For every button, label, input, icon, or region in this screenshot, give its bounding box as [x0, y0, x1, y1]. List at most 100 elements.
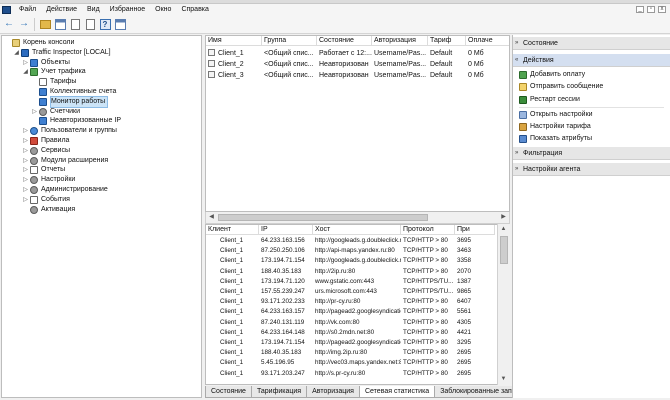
- tab[interactable]: Сетевая статистика: [358, 386, 436, 398]
- session-name: Client_1: [218, 50, 244, 57]
- tree-node[interactable]: ▷ Отчеты: [22, 165, 65, 175]
- column-header[interactable]: При: [455, 225, 495, 235]
- tree-node[interactable]: Тарифы: [31, 77, 76, 87]
- menu-favorites[interactable]: Избранное: [105, 4, 150, 15]
- tree-node[interactable]: Монитор работы: [31, 95, 109, 108]
- menu-file[interactable]: Файл: [14, 4, 41, 15]
- tree-node[interactable]: ▷ Правила: [22, 136, 69, 146]
- menu-window[interactable]: Окно: [150, 4, 176, 15]
- back-icon[interactable]: ←: [3, 18, 15, 30]
- action-add-payment[interactable]: Добавить оплату: [519, 69, 585, 80]
- collapse-arrow-icon[interactable]: ◢: [13, 48, 20, 58]
- tree-node[interactable]: ▷ Модули расширения: [22, 156, 108, 166]
- column-header[interactable]: Хост: [313, 225, 401, 235]
- request-cell: http://vec03.maps.yandex.net:80: [315, 359, 401, 367]
- request-cell: 5561: [457, 308, 472, 316]
- requests-list: Клиент IP Хост Протокол При Client_1 64.233.16…: [205, 224, 510, 385]
- scroll-right-icon[interactable]: ▶: [499, 213, 508, 222]
- section-filtering[interactable]: » Фильтрация: [513, 147, 670, 160]
- expand-arrow-icon[interactable]: ▷: [22, 185, 29, 195]
- column-header[interactable]: Имя: [206, 36, 262, 46]
- expand-arrow-icon[interactable]: ▷: [22, 126, 29, 136]
- request-cell: TCP/HTTP > 80: [403, 339, 448, 346]
- request-cell: Client_1: [220, 247, 244, 255]
- column-header[interactable]: Авторизация: [372, 36, 428, 46]
- expand-arrow-icon[interactable]: ▷: [31, 107, 38, 117]
- column-header[interactable]: Состояние: [317, 36, 372, 46]
- menu-view[interactable]: Вид: [82, 4, 105, 15]
- tree-node[interactable]: ▷ Объекты: [22, 58, 70, 68]
- column-header[interactable]: IP: [259, 225, 313, 235]
- expand-arrow-icon[interactable]: ▷: [22, 195, 29, 205]
- close-button[interactable]: x: [658, 6, 666, 13]
- expand-arrow-icon[interactable]: ▷: [22, 58, 29, 68]
- tariff-icon: [519, 122, 527, 131]
- restore-button[interactable]: ▫: [647, 6, 655, 13]
- action-send-message[interactable]: Отправить сообщение: [519, 81, 603, 92]
- tree-node[interactable]: ▷ Настройки: [22, 175, 75, 185]
- action-show-attributes[interactable]: Показать атрибуты: [519, 133, 592, 144]
- action-open-settings[interactable]: Открыть настройки: [519, 109, 593, 120]
- session-name-cell[interactable]: Client_2: [206, 60, 262, 70]
- tree-node-label: Сервисы: [41, 146, 71, 154]
- tree-node[interactable]: Корень консоли: [4, 38, 74, 48]
- export-list-icon[interactable]: [69, 18, 81, 30]
- scroll-thumb[interactable]: [218, 214, 428, 221]
- tree-node[interactable]: ◢ Traffic Inspector [LOCAL]: [13, 48, 111, 58]
- tree-node[interactable]: ▷ Сервисы: [22, 146, 70, 156]
- section-state[interactable]: » Состояние: [513, 37, 670, 50]
- request-cell: TCP/HTTP > 80: [403, 267, 448, 275]
- traffic-icon: [30, 68, 38, 77]
- expand-arrow-icon[interactable]: ▷: [22, 175, 29, 185]
- tab[interactable]: Тарификация: [250, 386, 308, 398]
- section-actions[interactable]: « Действия: [513, 54, 670, 67]
- column-header[interactable]: Тариф: [428, 36, 466, 46]
- request-cell: http://googleads.g.doubleclick.net:80: [315, 237, 401, 244]
- show-hide-tree-icon[interactable]: [54, 18, 66, 30]
- console-tree: Корень консоли ◢ Traffic Inspector [LOCAL]…: [1, 35, 202, 398]
- column-header[interactable]: Клиент: [206, 225, 259, 235]
- tree-node[interactable]: ▷ Пользователи и группы: [22, 126, 117, 136]
- section-agent-settings[interactable]: » Настройки агента: [513, 163, 670, 176]
- column-header[interactable]: Протокол: [401, 225, 455, 235]
- column-header[interactable]: Оплаче: [466, 36, 509, 46]
- request-cell: Client_1: [220, 339, 244, 346]
- tree-node[interactable]: Активация: [22, 205, 75, 215]
- up-folder-icon[interactable]: [39, 18, 51, 30]
- expand-arrow-icon[interactable]: ▷: [22, 156, 29, 166]
- minimize-button[interactable]: _: [636, 6, 644, 13]
- scroll-up-icon[interactable]: ▲: [499, 225, 508, 234]
- vertical-scrollbar[interactable]: ▲ ▼: [497, 224, 510, 385]
- properties-icon[interactable]: [84, 18, 96, 30]
- session-name-cell[interactable]: Client_3: [206, 71, 262, 81]
- expand-arrow-icon[interactable]: ▷: [22, 165, 29, 175]
- request-cell: http://s.pr-cy.ru:80: [315, 369, 366, 377]
- session-name-cell[interactable]: Client_1: [206, 49, 262, 59]
- tab[interactable]: Состояние: [205, 386, 252, 398]
- tree-node[interactable]: ▷ Администрирование: [22, 185, 108, 195]
- action-tariff-settings[interactable]: Настройки тарифа: [519, 121, 591, 132]
- expand-arrow-icon[interactable]: ▷: [22, 146, 29, 156]
- scroll-left-icon[interactable]: ◀: [207, 213, 216, 222]
- help-icon[interactable]: ?: [99, 18, 111, 30]
- rules-icon: [30, 137, 38, 145]
- expand-arrow-icon[interactable]: ▷: [22, 136, 29, 146]
- menu-help[interactable]: Справка: [176, 4, 213, 15]
- table-cell: <Общий спис...: [264, 72, 314, 79]
- tree-node[interactable]: ◢ Учет трафика: [22, 67, 86, 77]
- tree-node[interactable]: ▷ Счетчики: [31, 107, 80, 117]
- column-header[interactable]: Группа: [262, 36, 317, 46]
- tree-node[interactable]: ▷ События: [22, 195, 70, 205]
- request-cell: http://pagead2.googlesyndication.c...: [315, 339, 401, 346]
- collapse-arrow-icon[interactable]: ◢: [22, 67, 29, 77]
- tree-node[interactable]: Неавторизованные IP: [31, 116, 121, 126]
- scroll-down-icon[interactable]: ▼: [499, 375, 508, 384]
- menu-action[interactable]: Действие: [41, 4, 82, 15]
- horizontal-scrollbar[interactable]: ◀ ▶: [205, 212, 510, 224]
- vertical-scroll-thumb[interactable]: [500, 236, 508, 264]
- action-restart-session[interactable]: Рестарт сессии: [519, 94, 580, 105]
- tab[interactable]: Авторизация: [306, 386, 360, 398]
- forward-icon[interactable]: →: [18, 18, 30, 30]
- action-pane-icon[interactable]: [114, 18, 126, 30]
- request-cell: http://pr-cy.ru:80: [315, 298, 361, 306]
